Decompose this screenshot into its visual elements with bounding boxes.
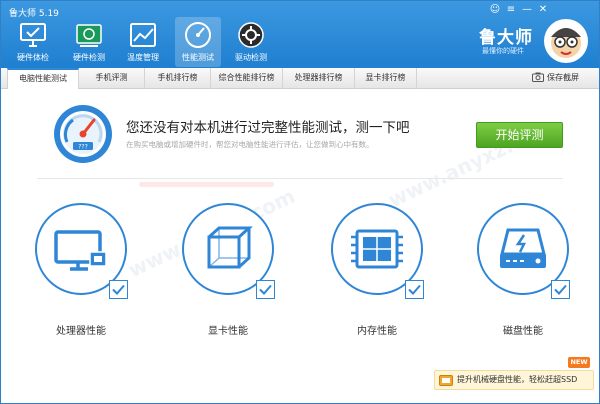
nav-performance-test[interactable]: 性能测试 <box>175 17 221 67</box>
card-label: 显卡性能 <box>208 326 248 337</box>
tab-cpu-ranking[interactable]: 处理器排行榜 <box>283 68 355 89</box>
tab-phone-ranking[interactable]: 手机排行榜 <box>145 68 211 89</box>
nav-label: 性能测试 <box>182 53 214 62</box>
card-label: 处理器性能 <box>56 326 106 337</box>
check-icon[interactable] <box>256 280 275 299</box>
header-bar: 鲁大师 5.19 ☺ ≡ — ✕ 硬件体检 硬件检测 温度管理 性能测试 驱动检… <box>1 1 599 68</box>
gauge-readout: ??? <box>78 144 88 151</box>
memory-performance-card[interactable]: 内存性能 <box>330 202 430 347</box>
close-button[interactable]: ✕ <box>536 3 550 17</box>
ssd-icon <box>439 375 453 386</box>
circuit-board-icon <box>76 24 102 47</box>
nav-label: 驱动检测 <box>235 53 267 62</box>
divider <box>37 178 563 179</box>
menu-icon[interactable]: ≡ <box>504 3 518 17</box>
highlight-bar <box>139 182 274 187</box>
temperature-chart-icon <box>130 23 156 47</box>
mascot-avatar-icon[interactable] <box>541 17 591 65</box>
nav-label: 硬件检测 <box>73 53 105 62</box>
ssd-promo-link[interactable]: 提升机械硬盘性能，轻松赶超SSD <box>434 370 594 390</box>
gpu-performance-card[interactable]: 显卡性能 <box>181 202 281 347</box>
camera-icon <box>532 72 544 82</box>
monitor-check-icon <box>20 23 46 47</box>
tab-phone-review[interactable]: 手机评测 <box>79 68 145 89</box>
nav-hardware-check[interactable]: 硬件体检 <box>10 17 56 67</box>
check-icon[interactable] <box>109 280 128 299</box>
gear-disc-icon <box>238 22 264 48</box>
disk-performance-card[interactable]: 磁盘性能 <box>476 202 576 347</box>
card-label: 磁盘性能 <box>503 326 543 337</box>
nav-label: 温度管理 <box>127 53 159 62</box>
start-test-button[interactable]: 开始评测 <box>476 122 563 148</box>
page-headline: 您还没有对本机进行过完整性能测试，测一下吧 <box>126 120 410 136</box>
save-screenshot-button[interactable]: 保存截屏 <box>532 68 579 89</box>
tab-bar: 电脑性能测试 手机评测 手机排行榜 综合性能排行榜 处理器排行榜 显卡排行榜 保… <box>1 68 599 89</box>
app-window: 鲁大师 5.19 ☺ ≡ — ✕ 硬件体检 硬件检测 温度管理 性能测试 驱动检… <box>0 0 600 404</box>
new-badge: NEW <box>568 357 590 368</box>
check-icon[interactable] <box>405 280 424 299</box>
nav-label: 硬件体检 <box>17 53 49 62</box>
tab-pc-performance[interactable]: 电脑性能测试 <box>7 68 79 89</box>
tab-gpu-ranking[interactable]: 显卡排行榜 <box>355 68 417 89</box>
brand-slogan: 最懂你的硬件 <box>482 47 524 55</box>
minimize-button[interactable]: — <box>520 3 534 17</box>
card-label: 内存性能 <box>357 326 397 337</box>
nav-hardware-detect[interactable]: 硬件检测 <box>66 17 112 67</box>
skin-icon[interactable]: ☺ <box>488 3 502 17</box>
check-icon[interactable] <box>551 280 570 299</box>
page-subtext: 在购买电脑或增加硬件时，帮您对电脑性能进行评估，让您做到心中有数。 <box>126 140 374 149</box>
tab-overall-ranking[interactable]: 综合性能排行榜 <box>211 68 283 89</box>
speedometer-icon <box>185 22 211 48</box>
brand-name: 鲁大师 <box>479 28 533 48</box>
nav-driver-detect[interactable]: 驱动检测 <box>228 17 274 67</box>
cpu-performance-card[interactable]: 处理器性能 <box>34 202 134 347</box>
nav-temperature[interactable]: 温度管理 <box>120 17 166 67</box>
promo-text: 提升机械硬盘性能，轻松赶超SSD <box>457 375 578 384</box>
speedometer-gauge-icon: ??? <box>54 105 112 163</box>
save-screenshot-label: 保存截屏 <box>547 73 579 82</box>
